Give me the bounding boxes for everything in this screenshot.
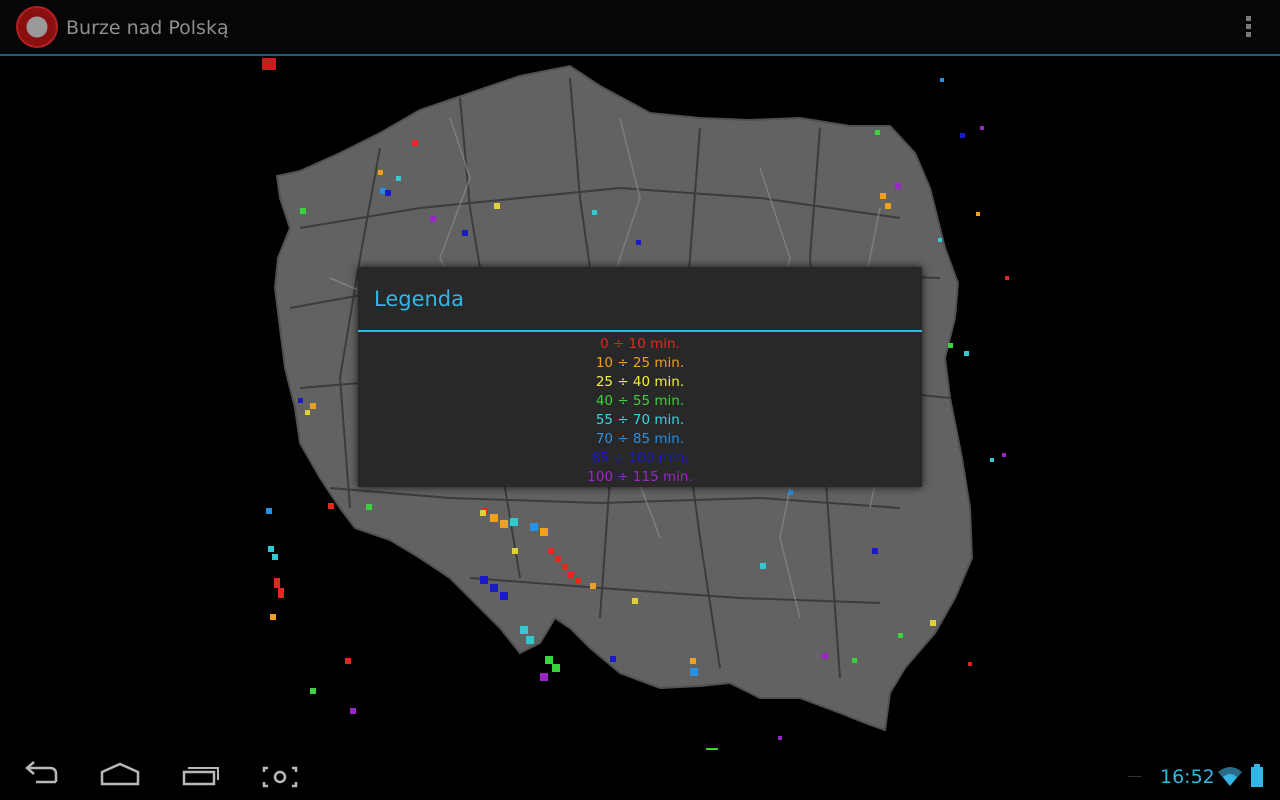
dialog-title: Legenda bbox=[374, 287, 465, 311]
action-bar: Burze nad Polską bbox=[0, 0, 1280, 56]
legend-item: 55 ÷ 70 min. bbox=[595, 412, 685, 428]
recent-apps-icon[interactable] bbox=[170, 750, 230, 800]
legend-item: 40 ÷ 55 min. bbox=[595, 393, 685, 409]
wifi-icon bbox=[1216, 764, 1244, 788]
overflow-menu-icon[interactable] bbox=[1238, 14, 1258, 42]
clock: 16:52 bbox=[1160, 766, 1215, 788]
legend-item: 70 ÷ 85 min. bbox=[595, 431, 685, 447]
legend-item: 100 ÷ 115 min. bbox=[587, 469, 693, 485]
legend-item: 10 ÷ 25 min. bbox=[595, 355, 685, 371]
dialog-divider bbox=[358, 330, 922, 332]
home-icon[interactable] bbox=[90, 750, 150, 800]
notification-dash bbox=[1128, 776, 1142, 777]
app-title: Burze nad Polską bbox=[66, 17, 229, 39]
battery-icon bbox=[1250, 764, 1264, 788]
storm-logo-icon[interactable] bbox=[16, 6, 58, 48]
navigation-bar bbox=[0, 750, 1280, 800]
legend-item: 25 ÷ 40 min. bbox=[595, 374, 685, 390]
legend-list: 0 ÷ 10 min. 10 ÷ 25 min. 25 ÷ 40 min. 40… bbox=[358, 335, 922, 487]
back-icon[interactable] bbox=[10, 750, 70, 800]
legend-item: 0 ÷ 10 min. bbox=[600, 336, 680, 352]
screenshot-icon[interactable] bbox=[250, 750, 310, 800]
legend-item: 85 ÷ 100 min. bbox=[591, 450, 689, 466]
legend-dialog: Legenda 0 ÷ 10 min. 10 ÷ 25 min. 25 ÷ 40… bbox=[358, 267, 922, 487]
